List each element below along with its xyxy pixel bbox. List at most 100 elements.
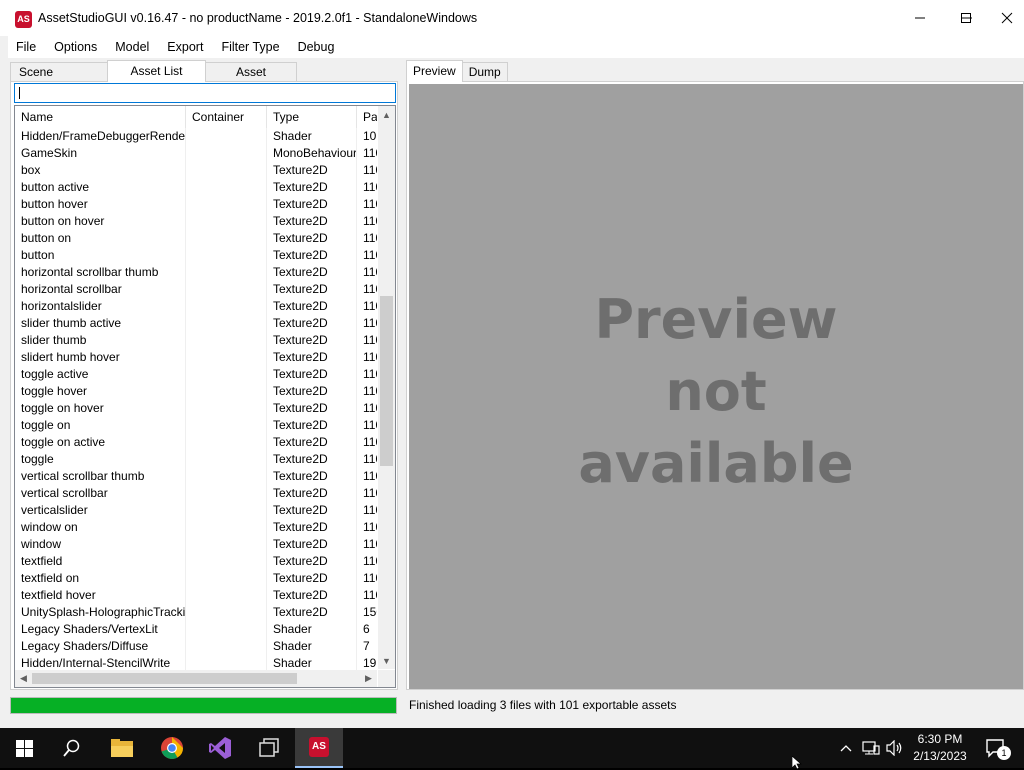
cell-type: Texture2D xyxy=(267,332,357,349)
table-row[interactable]: Hidden/FrameDebuggerRender... Shader 107 xyxy=(15,128,377,145)
table-row[interactable]: horizontal scrollbar thumb Texture2D 110 xyxy=(15,264,377,281)
table-row[interactable]: button on Texture2D 110 xyxy=(15,230,377,247)
action-center-button[interactable]: 1 xyxy=(976,728,1016,768)
cell-container xyxy=(186,349,267,366)
cell-name: Hidden/FrameDebuggerRender... xyxy=(15,128,186,145)
cell-name: button on xyxy=(15,230,186,247)
table-row[interactable]: toggle on hover Texture2D 110 xyxy=(15,400,377,417)
cell-container xyxy=(186,264,267,281)
cell-type: Texture2D xyxy=(267,451,357,468)
tab-dump[interactable]: Dump xyxy=(461,62,508,82)
cell-type: Texture2D xyxy=(267,213,357,230)
visual-studio-icon xyxy=(209,737,231,759)
title-bar[interactable]: AS AssetStudioGUI v0.16.47 - no productN… xyxy=(0,0,1024,36)
close-button[interactable] xyxy=(989,0,1024,36)
table-row[interactable]: box Texture2D 110 xyxy=(15,162,377,179)
scroll-right-icon[interactable]: ▶ xyxy=(360,670,377,687)
table-row[interactable]: window Texture2D 110 xyxy=(15,536,377,553)
table-row[interactable]: textfield hover Texture2D 110 xyxy=(15,587,377,604)
table-row[interactable]: button on hover Texture2D 110 xyxy=(15,213,377,230)
horizontal-scroll-thumb[interactable] xyxy=(32,673,297,684)
table-row[interactable]: toggle hover Texture2D 110 xyxy=(15,383,377,400)
show-hidden-icons-button[interactable] xyxy=(836,728,856,768)
horizontal-scrollbar[interactable]: ◀ ▶ xyxy=(15,670,377,687)
cell-name: slider thumb active xyxy=(15,315,186,332)
start-button[interactable] xyxy=(0,728,48,768)
table-row[interactable]: button hover Texture2D 110 xyxy=(15,196,377,213)
menu-bar: File Options Model Export Filter Type De… xyxy=(8,36,1024,58)
table-row[interactable]: button active Texture2D 110 xyxy=(15,179,377,196)
menu-options[interactable]: Options xyxy=(46,36,105,58)
vertical-scrollbar[interactable]: ▲ ▼ xyxy=(378,106,395,669)
cell-container xyxy=(186,281,267,298)
vertical-scroll-thumb[interactable] xyxy=(380,296,393,466)
scroll-up-icon[interactable]: ▲ xyxy=(378,106,395,123)
cell-type: Texture2D xyxy=(267,604,357,621)
menu-debug[interactable]: Debug xyxy=(290,36,343,58)
progress-fill xyxy=(11,698,396,713)
cell-type: Texture2D xyxy=(267,502,357,519)
minimize-button-2[interactable] xyxy=(897,0,943,36)
table-row[interactable]: vertical scrollbar Texture2D 110 xyxy=(15,485,377,502)
table-row[interactable]: slider thumb Texture2D 110 xyxy=(15,332,377,349)
cell-container xyxy=(186,536,267,553)
cell-container xyxy=(186,332,267,349)
scroll-down-icon[interactable]: ▼ xyxy=(378,652,395,669)
table-row[interactable]: toggle on Texture2D 110 xyxy=(15,417,377,434)
menu-model[interactable]: Model xyxy=(107,36,157,58)
table-row[interactable]: textfield Texture2D 110 xyxy=(15,553,377,570)
taskbar-search-button[interactable] xyxy=(48,728,96,768)
taskbar-assetstudio[interactable]: AS xyxy=(295,728,343,768)
table-row[interactable]: verticalslider Texture2D 110 xyxy=(15,502,377,519)
tab-asset-list[interactable]: Asset List xyxy=(107,60,206,82)
cell-path: 110 xyxy=(363,316,377,330)
column-header-type[interactable]: Type xyxy=(267,106,357,128)
tab-preview[interactable]: Preview xyxy=(406,60,463,82)
cell-type: Texture2D xyxy=(267,162,357,179)
cell-name: Legacy Shaders/Diffuse xyxy=(15,638,186,655)
table-row[interactable]: vertical scrollbar thumb Texture2D 110 xyxy=(15,468,377,485)
network-tray-button[interactable] xyxy=(860,728,882,768)
asset-list-view[interactable]: Name Container Type Pat Hidden/FrameDebu… xyxy=(14,105,396,688)
table-row[interactable]: Legacy Shaders/Diffuse Shader 7 xyxy=(15,638,377,655)
table-row[interactable]: Legacy Shaders/VertexLit Shader 6 xyxy=(15,621,377,638)
table-row[interactable]: toggle Texture2D 110 xyxy=(15,451,377,468)
tab-scene-hierarchy[interactable]: Scene Hierarchy xyxy=(10,62,108,97)
table-row[interactable]: window on Texture2D 110 xyxy=(15,519,377,536)
table-row[interactable]: button Texture2D 110 xyxy=(15,247,377,264)
column-header-name[interactable]: Name xyxy=(15,106,186,128)
taskbar-task-view[interactable] xyxy=(245,728,293,768)
clock-tray-button[interactable]: 6:30 PM 2/13/2023 xyxy=(908,728,972,768)
table-row[interactable]: slidert humb hover Texture2D 110 xyxy=(15,349,377,366)
clock-date: 2/13/2023 xyxy=(913,749,967,763)
cell-path: 107 xyxy=(363,129,377,143)
table-row[interactable]: UnitySplash-HolographicTrackin... Texture… xyxy=(15,604,377,621)
search-input[interactable] xyxy=(14,83,396,103)
table-row[interactable]: GameSkin MonoBehaviour 110 xyxy=(15,145,377,162)
menu-export[interactable]: Export xyxy=(159,36,211,58)
volume-tray-button[interactable] xyxy=(884,728,906,768)
table-row[interactable]: horizontalslider Texture2D 110 xyxy=(15,298,377,315)
volume-icon xyxy=(886,740,902,756)
scroll-left-icon[interactable]: ◀ xyxy=(15,670,32,687)
cell-name: button on hover xyxy=(15,213,186,230)
table-row[interactable]: toggle active Texture2D 110 xyxy=(15,366,377,383)
taskbar-chrome[interactable] xyxy=(148,728,196,768)
menu-filter-type[interactable]: Filter Type xyxy=(213,36,287,58)
column-header-path[interactable]: Pat xyxy=(357,106,377,128)
app-window: AS AssetStudioGUI v0.16.47 - no productN… xyxy=(0,0,1024,728)
menu-file[interactable]: File xyxy=(8,36,44,58)
taskbar-file-explorer[interactable] xyxy=(98,728,146,768)
table-row[interactable]: toggle on active Texture2D 110 xyxy=(15,434,377,451)
column-header-container[interactable]: Container xyxy=(186,106,267,128)
tab-asset-classes[interactable]: Asset Classes xyxy=(205,62,297,97)
maximize-button[interactable] xyxy=(943,0,989,36)
table-row[interactable]: textfield on Texture2D 110 xyxy=(15,570,377,587)
table-row[interactable]: horizontal scrollbar Texture2D 110 xyxy=(15,281,377,298)
taskbar: AS 6:30 PM 2/13/2023 1 xyxy=(0,728,1024,768)
cell-name: toggle xyxy=(15,451,186,468)
cell-name: verticalslider xyxy=(15,502,186,519)
taskbar-visual-studio[interactable] xyxy=(196,728,244,768)
chevron-up-icon xyxy=(840,745,852,752)
table-row[interactable]: slider thumb active Texture2D 110 xyxy=(15,315,377,332)
